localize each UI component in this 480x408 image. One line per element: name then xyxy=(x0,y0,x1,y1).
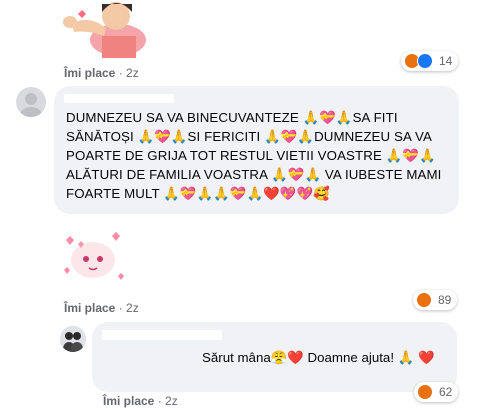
pink-creature-sticker xyxy=(56,226,130,286)
comment1-like-link[interactable]: Îmi place xyxy=(64,66,115,80)
reaction-count: 62 xyxy=(439,385,453,399)
comment3-like-link[interactable]: Îmi place xyxy=(103,394,154,408)
comment3-reactions[interactable]: 62 xyxy=(414,382,459,402)
comment1-time[interactable]: 2z xyxy=(126,66,139,80)
angry-reaction-icon xyxy=(416,292,432,308)
sticker-time[interactable]: 2z xyxy=(126,301,139,315)
comment2-bubble: DUMNEZEU SA VA BINECUVANTEZE 🙏💝🙏SA FITI … xyxy=(54,86,459,214)
redacted-author-name xyxy=(64,94,174,103)
comment3-time[interactable]: 2z xyxy=(165,394,178,408)
kiss-sticker xyxy=(58,0,156,58)
avatar[interactable] xyxy=(16,87,46,117)
reaction-count: 89 xyxy=(438,293,452,307)
reaction-count: 14 xyxy=(439,54,453,68)
sticker-like-link[interactable]: Îmi place xyxy=(64,301,115,315)
comment2-meta: Îmi place · 2z xyxy=(64,301,139,315)
comment1-reactions[interactable]: 14 xyxy=(401,51,459,71)
redacted-author-name xyxy=(102,330,222,340)
comment1-meta: Îmi place · 2z xyxy=(64,66,139,80)
comment3-text: Sărut mâna😤❤️ Doamne ajuta! 🙏 ❤️ xyxy=(202,350,435,365)
reply-avatar[interactable] xyxy=(60,326,86,352)
comment3-meta: Îmi place · 2z xyxy=(103,394,178,408)
comment2-text: DUMNEZEU SA VA BINECUVANTEZE 🙏💝🙏SA FITI … xyxy=(66,110,442,201)
angry-reaction-icon xyxy=(417,384,433,400)
comment3-bubble: Sărut mâna😤❤️ Doamne ajuta! 🙏 ❤️ xyxy=(92,322,457,392)
like-reaction-icon xyxy=(417,53,433,69)
sticker-reactions[interactable]: 89 xyxy=(413,290,458,310)
